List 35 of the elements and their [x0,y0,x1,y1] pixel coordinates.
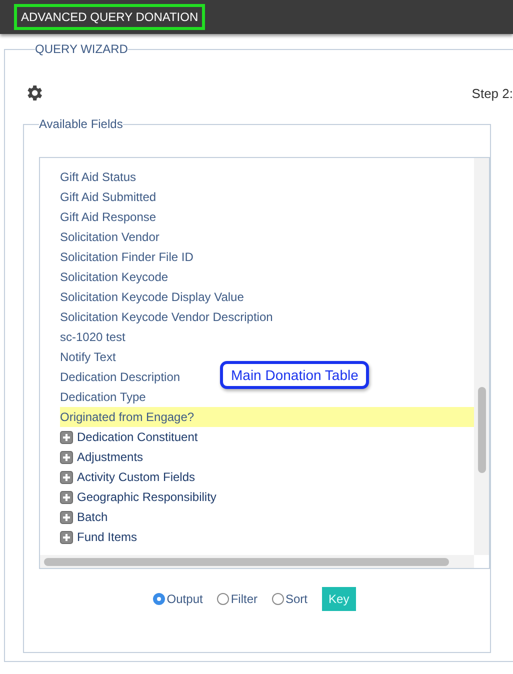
page-title: ADVANCED QUERY DONATION [14,4,206,30]
field-item[interactable]: Dedication Description [60,367,180,387]
field-item[interactable]: Originated from Engage? [60,407,474,427]
mode-radio[interactable]: Sort [272,592,308,606]
wizard-legend: QUERY WIZARD [35,43,128,56]
step-label: Step 2: [472,86,513,100]
field-item[interactable]: Gift Aid Response [60,207,156,227]
field-item[interactable]: Solicitation Keycode [60,267,168,287]
field-item[interactable]: Solicitation Keycode Display Value [60,287,244,307]
field-item[interactable]: Gift Aid Status [60,167,136,187]
field-item[interactable]: sc-1020 test [60,327,126,347]
expand-icon[interactable] [60,530,73,544]
expand-icon[interactable] [60,510,73,524]
tooltip: Main Donation Table [220,361,370,389]
group-item[interactable]: Dedication Constituent [77,430,198,444]
field-item[interactable]: Solicitation Keycode Vendor Description [60,307,273,327]
vertical-scrollbar[interactable] [474,158,489,555]
expand-icon[interactable] [60,450,73,464]
group-item[interactable]: Geographic Responsibility [77,490,216,504]
group-item[interactable]: Fund Items [77,530,138,544]
group-item[interactable]: Adjustments [77,450,144,464]
mode-radio[interactable]: Filter [216,592,258,606]
horizontal-scrollbar[interactable] [40,555,474,568]
mode-radio[interactable]: Output [152,592,203,606]
field-item[interactable]: Solicitation Vendor [60,227,160,247]
expand-icon[interactable] [60,470,73,484]
group-item[interactable]: Batch [77,510,108,524]
field-item[interactable]: Solicitation Finder File ID [60,247,194,267]
field-item[interactable]: Gift Aid Submitted [60,187,156,207]
expand-icon[interactable] [60,490,73,504]
field-item[interactable]: Dedication Type [60,387,146,407]
available-fields-legend: Available Fields [39,117,123,131]
group-item[interactable]: Activity Custom Fields [77,470,196,484]
expand-icon[interactable] [60,430,73,444]
field-item[interactable]: Notify Text [60,347,116,367]
